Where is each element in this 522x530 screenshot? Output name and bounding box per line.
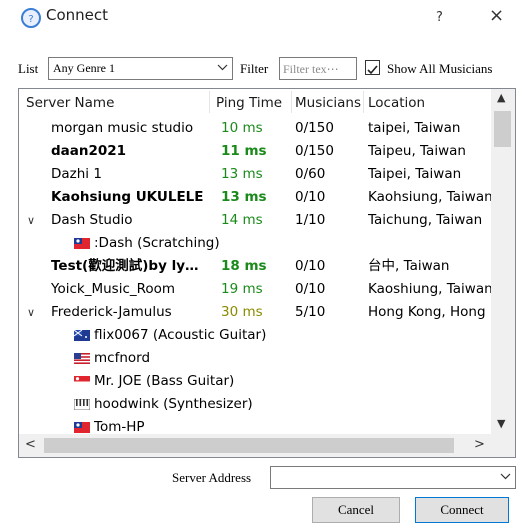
server-address-label: Server Address [172,470,252,485]
scroll-down-icon[interactable]: ▼ [497,417,505,430]
ping-time: 11 ms [221,143,267,159]
server-row[interactable]: Dazhi 1 13 ms 0/60 Taipei, Taiwan [19,163,493,186]
list-label: List [18,61,39,76]
server-location: Taipei, Taiwan [368,166,462,182]
server-name: Yoick_Music_Room [51,281,176,297]
server-location: Hong Kong, Hong Kong [368,304,491,320]
ping-time: 13 ms [221,166,263,182]
musician-name: mcfnord [74,347,294,370]
ping-time: 13 ms [221,189,267,205]
server-name: daan2021 [51,143,127,159]
musician-name: hoodwink (Synthesizer) [74,393,294,416]
column-header-server-name[interactable]: Server Name [26,91,206,115]
close-button[interactable]: × [489,5,504,26]
cancel-button[interactable]: Cancel [312,497,400,523]
server-location: taipei, Taiwan [368,120,461,136]
musician-name: :Dash (Scratching) [74,232,294,255]
server-location: 台中, Taiwan [368,258,450,274]
horizontal-scroll-thumb[interactable] [44,438,454,453]
musician-count: 0/150 [295,120,334,136]
server-name: Frederick-Jamulus [51,304,172,320]
show-all-musicians-label[interactable]: Show All Musicians [387,61,492,77]
server-row[interactable]: Test(歡迎測試)by ly… 18 ms 0/10 台中, Taiwan [19,255,493,278]
column-header-location[interactable]: Location [368,91,488,115]
synthesizer-icon [74,399,90,410]
scroll-left-icon[interactable]: < [25,437,36,452]
window-title: Connect [46,6,109,24]
genre-select-value: Any Genre 1 [53,61,115,75]
scroll-right-icon[interactable]: > [474,437,485,452]
server-row[interactable]: morgan music studio 10 ms 0/150 taipei, Tai… [19,117,493,140]
musician-count: 0/150 [295,143,334,159]
vertical-scroll-thumb[interactable] [494,111,511,147]
musician-count: 0/10 [295,281,326,297]
singapore-flag-icon [74,376,90,387]
taiwan-flag-icon [74,422,90,433]
musician-row[interactable]: flix0067 (Acoustic Guitar) [19,324,493,347]
musician-name: flix0067 (Acoustic Guitar) [74,324,294,347]
column-divider[interactable] [291,91,292,113]
connect-button[interactable]: Connect [415,497,509,523]
server-row[interactable]: ∨ Frederick-Jamulus 30 ms 5/10 Hong Kong, Ho… [19,301,493,324]
server-row[interactable]: Yoick_Music_Room 19 ms 0/10 Kaoshiung, Taiw… [19,278,493,301]
musician-row[interactable]: :Dash (Scratching) [19,232,493,255]
server-row[interactable]: daan2021 11 ms 0/150 Taipeu, Taiwan [19,140,493,163]
ping-time: 10 ms [221,120,263,136]
genre-select[interactable]: Any Genre 1 [48,57,233,80]
checkmark-icon [367,65,378,75]
server-name: morgan music studio [51,120,194,136]
filter-label: Filter [240,61,269,76]
musician-count: 0/10 [295,189,326,205]
svg-text:?: ? [28,14,33,25]
horizontal-scrollbar[interactable]: < > [19,434,491,457]
server-name: Test(歡迎測試)by ly… [51,258,199,274]
server-row[interactable]: ∨ Dash Studio 14 ms 1/10 Taichung, Taiwan [19,209,493,232]
expand-chevron-icon[interactable]: ∨ [27,209,35,232]
column-divider[interactable] [209,91,210,113]
musician-count: 0/60 [295,166,326,182]
usa-flag-icon [74,353,90,364]
server-name: Dash Studio [51,212,133,228]
server-list[interactable]: Server Name Ping Time Musicians Location… [18,88,516,458]
chevron-down-icon[interactable] [500,470,511,482]
server-location: Taichung, Taiwan [368,212,483,228]
expand-chevron-icon[interactable]: ∨ [27,301,35,324]
server-location: Kaohsiung, Taiwan [368,189,491,205]
vertical-scrollbar[interactable]: ▲ ▼ [491,89,515,434]
chevron-down-icon [217,64,228,71]
server-location: Kaoshiung, Taiwan [368,281,491,297]
column-divider[interactable] [363,91,364,113]
taiwan-flag-icon [74,238,90,249]
server-location: Taipeu, Taiwan [368,143,466,159]
server-name: Dazhi 1 [51,166,102,182]
ping-time: 14 ms [221,212,263,228]
ping-time: 19 ms [221,281,263,297]
server-row[interactable]: Kaohsiung UKULELE 13 ms 0/10 Kaohsiung, Tai… [19,186,493,209]
filter-placeholder: Filter tex⋯ [283,62,339,76]
show-all-musicians-checkbox[interactable] [365,60,380,75]
scroll-up-icon[interactable]: ▲ [497,91,505,104]
ping-time: 18 ms [221,258,267,274]
australia-flag-icon [74,330,90,341]
musician-name: Mr. JOE (Bass Guitar) [74,370,294,393]
musician-row[interactable]: mcfnord [19,347,493,370]
server-name: Kaohsiung UKULELE [51,189,204,205]
scrollbar-corner [491,434,515,457]
musician-count: 1/10 [295,212,326,228]
musician-count: 0/10 [295,258,326,274]
musician-row[interactable]: Mr. JOE (Bass Guitar) [19,370,493,393]
help-button[interactable]: ? [436,10,443,25]
jamulus-app-icon: ? [21,8,41,28]
column-header-musicians[interactable]: Musicians [295,91,362,115]
musician-row[interactable]: hoodwink (Synthesizer) [19,393,493,416]
column-header-ping-time[interactable]: Ping Time [216,91,290,115]
server-address-input[interactable] [270,466,516,489]
ping-time: 30 ms [221,304,263,320]
musician-count: 5/10 [295,304,326,320]
title-bar: ? Connect ? × [0,0,522,38]
filter-input[interactable]: Filter tex⋯ [279,57,357,80]
